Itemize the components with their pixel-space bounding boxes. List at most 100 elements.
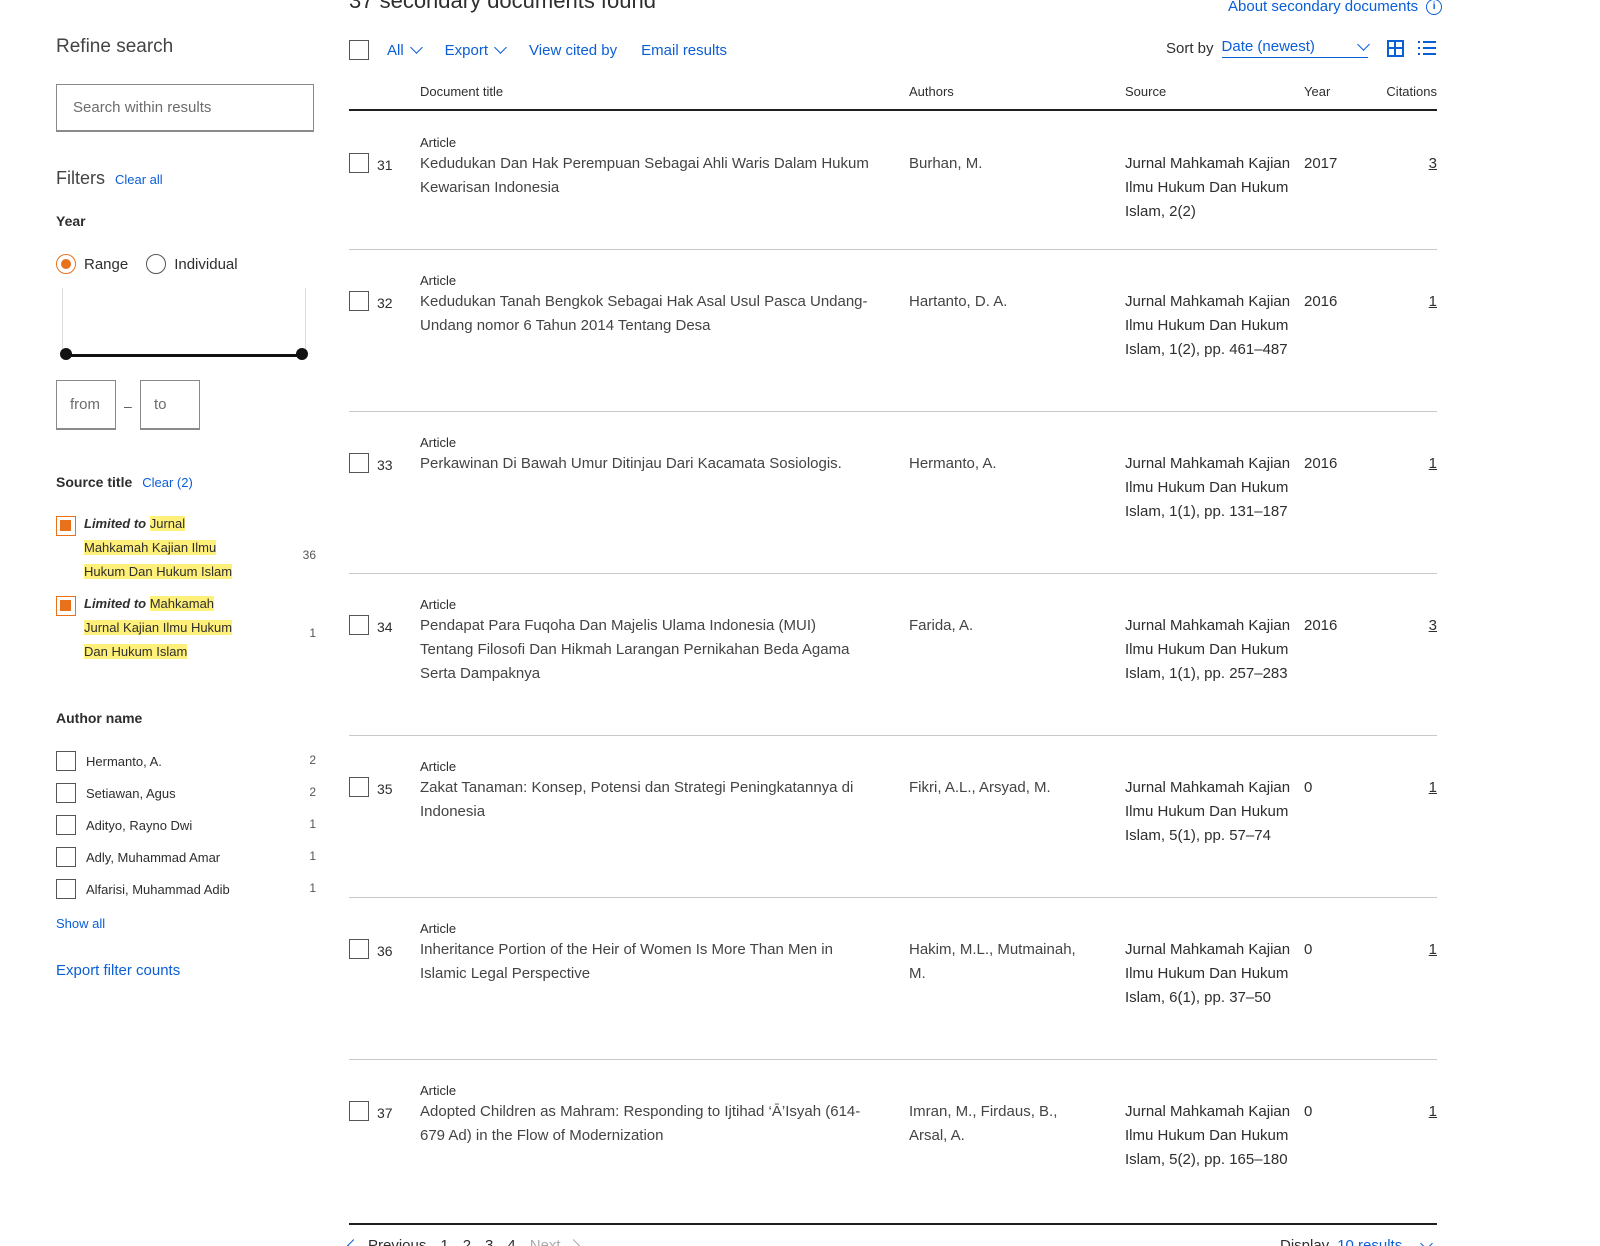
individual-radio[interactable]: Individual xyxy=(146,254,238,274)
grid-view-icon[interactable] xyxy=(1387,40,1404,57)
table-row: 31 Article Kedudukan Dan Hak Perempuan S… xyxy=(349,113,1437,250)
year-text: 2016 xyxy=(1304,455,1338,472)
export-filter-counts-link[interactable]: Export filter counts xyxy=(56,962,180,979)
row-checkbox[interactable] xyxy=(349,291,369,311)
refine-search-title: Refine search xyxy=(56,36,174,57)
source-clear-link[interactable]: Clear (2) xyxy=(142,475,193,490)
checkbox-icon[interactable] xyxy=(56,815,76,835)
display-select[interactable]: 10 results xyxy=(1337,1237,1402,1246)
row-number: 34 xyxy=(377,619,393,635)
row-checkbox[interactable] xyxy=(349,615,369,635)
source-count: 36 xyxy=(302,548,316,562)
previous-label: Previous xyxy=(368,1237,427,1246)
checkbox-checked-icon[interactable] xyxy=(56,596,76,616)
citations-link[interactable]: 1 xyxy=(1429,1100,1437,1124)
chevron-right-icon xyxy=(566,1239,580,1246)
authors-link[interactable]: Hakim, M.L., Mutmainah, M. xyxy=(909,938,1089,986)
select-all-dropdown[interactable]: All xyxy=(387,41,423,59)
page-4-link[interactable]: 4 xyxy=(507,1237,515,1246)
row-number: 31 xyxy=(377,157,393,173)
checkbox-icon[interactable] xyxy=(56,783,76,803)
row-checkbox[interactable] xyxy=(349,453,369,473)
col-authors: Authors xyxy=(909,84,954,99)
document-type: Article xyxy=(420,273,457,288)
authors-link[interactable]: Imran, M., Firdaus, B., Arsal, A. xyxy=(909,1100,1089,1148)
sort-value: Date (newest) xyxy=(1221,38,1315,55)
year-slider-min-handle[interactable] xyxy=(60,348,72,360)
author-count: 1 xyxy=(309,881,316,895)
authors-link[interactable]: Burhan, M. xyxy=(909,152,1089,176)
sort-select[interactable]: Date (newest) xyxy=(1221,37,1370,58)
source-text: Jurnal Mahkamah Kajian Ilmu Hukum Dan Hu… xyxy=(1125,941,1291,1006)
document-title-link[interactable]: Kedudukan Tanah Bengkok Sebagai Hak Asal… xyxy=(420,290,870,338)
author-count: 1 xyxy=(309,817,316,831)
document-title-link[interactable]: Perkawinan Di Bawah Umur Ditinjau Dari K… xyxy=(420,452,870,476)
author-filter-item[interactable]: Hermanto, A. 2 xyxy=(56,751,316,771)
row-checkbox[interactable] xyxy=(349,153,369,173)
author-filter-item[interactable]: Setiawan, Agus 2 xyxy=(56,783,316,803)
about-secondary-documents-link[interactable]: About secondary documents i xyxy=(1228,0,1443,15)
year-from-input[interactable]: from xyxy=(56,380,116,430)
author-filter-item[interactable]: Adityo, Rayno Dwi 1 xyxy=(56,815,316,835)
radio-unselected-icon xyxy=(146,254,167,274)
list-view-icon[interactable] xyxy=(1418,41,1436,56)
authors-link[interactable]: Farida, A. xyxy=(909,614,1089,638)
document-title-link[interactable]: Adopted Children as Mahram: Responding t… xyxy=(420,1100,870,1148)
checkbox-checked-icon[interactable] xyxy=(56,516,76,536)
source-text: Jurnal Mahkamah Kajian Ilmu Hukum Dan Hu… xyxy=(1125,455,1291,520)
select-all-checkbox[interactable] xyxy=(349,40,369,60)
page-3-link[interactable]: 3 xyxy=(485,1237,493,1246)
checkbox-icon[interactable] xyxy=(56,751,76,771)
checkbox-icon[interactable] xyxy=(56,879,76,899)
source-filter-item[interactable]: Limited to Jurnal Mahkamah Kajian Ilmu H… xyxy=(56,516,316,584)
source-filter-item[interactable]: Limited to Mahkamah Jurnal Kajian Ilmu H… xyxy=(56,596,316,664)
results-count: 37 secondary documents found xyxy=(349,0,656,13)
author-filter-item[interactable]: Adly, Muhammad Amar 1 xyxy=(56,847,316,867)
show-all-authors-link[interactable]: Show all xyxy=(56,916,105,931)
author-count: 2 xyxy=(309,753,316,767)
source-text: Jurnal Mahkamah Kajian Ilmu Hukum Dan Hu… xyxy=(1125,779,1291,844)
citations-link[interactable]: 1 xyxy=(1429,938,1437,962)
year-to-input[interactable]: to xyxy=(140,380,200,430)
authors-link[interactable]: Hermanto, A. xyxy=(909,452,1089,476)
range-radio[interactable]: Range xyxy=(56,254,128,274)
document-title-link[interactable]: Pendapat Para Fuqoha Dan Majelis Ulama I… xyxy=(420,614,870,686)
checkbox-icon[interactable] xyxy=(56,847,76,867)
authors-link[interactable]: Fikri, A.L., Arsyad, M. xyxy=(909,776,1089,800)
row-checkbox[interactable] xyxy=(349,939,369,959)
chevron-down-icon xyxy=(1356,37,1370,51)
row-checkbox[interactable] xyxy=(349,1101,369,1121)
chevron-left-icon xyxy=(347,1239,360,1246)
view-cited-by-button[interactable]: View cited by xyxy=(529,42,617,59)
page-2-link[interactable]: 2 xyxy=(463,1237,471,1246)
search-within-input[interactable]: Search within results xyxy=(56,84,314,132)
export-dropdown[interactable]: Export xyxy=(445,41,507,59)
clear-all-filters-link[interactable]: Clear all xyxy=(115,172,163,187)
email-results-button[interactable]: Email results xyxy=(641,42,727,59)
year-text: 0 xyxy=(1304,1103,1313,1120)
author-name-label: Author name xyxy=(56,710,143,726)
document-title-link[interactable]: Zakat Tanaman: Konsep, Potensi dan Strat… xyxy=(420,776,870,824)
year-range-slider-track[interactable] xyxy=(66,354,302,357)
citations-link[interactable]: 1 xyxy=(1429,290,1437,314)
year-text: 2017 xyxy=(1304,155,1338,172)
page-1-link[interactable]: 1 xyxy=(440,1237,448,1246)
citations-link[interactable]: 3 xyxy=(1429,152,1437,176)
citations-link[interactable]: 3 xyxy=(1429,614,1437,638)
author-filter-item[interactable]: Alfarisi, Muhammad Adib 1 xyxy=(56,879,316,899)
results-per-page: Display 10 results xyxy=(1280,1236,1434,1246)
year-slider-max-handle[interactable] xyxy=(296,348,308,360)
chevron-down-icon[interactable] xyxy=(1420,1236,1434,1246)
document-title-link[interactable]: Inheritance Portion of the Heir of Women… xyxy=(420,938,870,986)
results-table-header: Document title Authors Source Year Citat… xyxy=(349,84,1437,111)
previous-page-button[interactable]: Previous xyxy=(347,1237,427,1246)
authors-link[interactable]: Hartanto, D. A. xyxy=(909,290,1089,314)
row-number: 32 xyxy=(377,295,393,311)
citations-link[interactable]: 1 xyxy=(1429,452,1437,476)
row-checkbox[interactable] xyxy=(349,777,369,797)
next-page-button[interactable]: Next xyxy=(530,1237,580,1246)
range-radio-label: Range xyxy=(84,255,129,273)
citations-link[interactable]: 1 xyxy=(1429,776,1437,800)
year-filter-label: Year xyxy=(56,213,86,229)
document-title-link[interactable]: Kedudukan Dan Hak Perempuan Sebagai Ahli… xyxy=(420,152,870,200)
